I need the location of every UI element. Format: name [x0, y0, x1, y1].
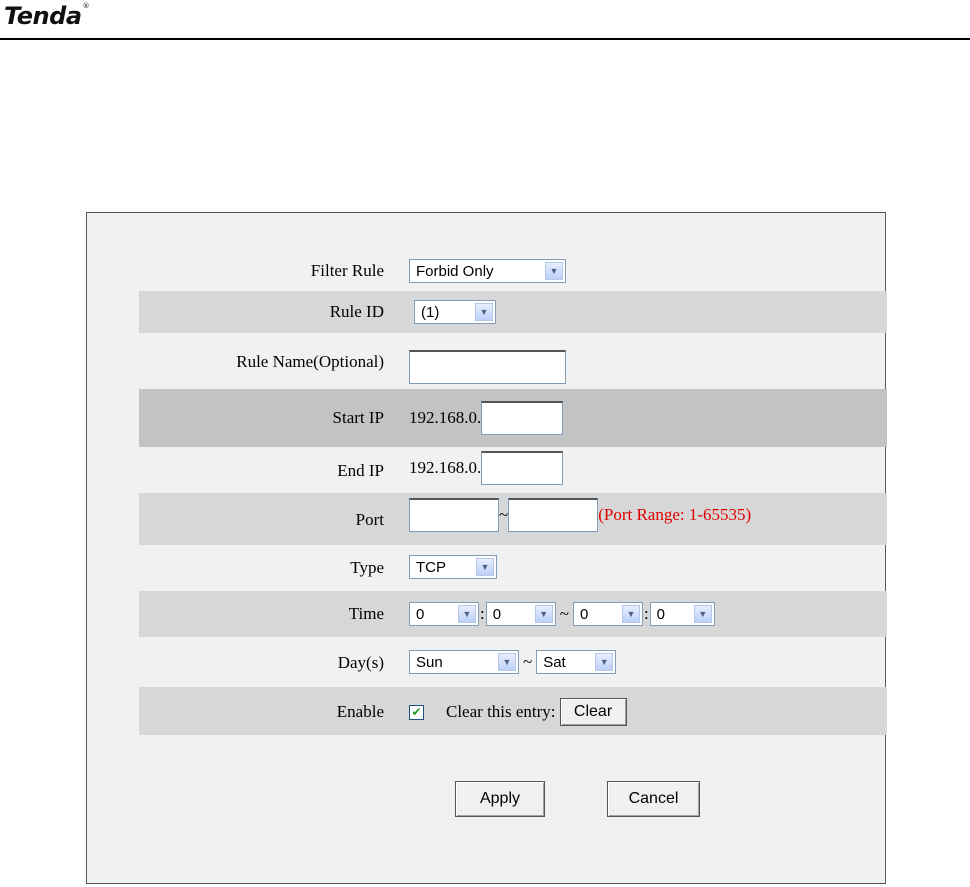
- row-start-ip: Start IP 192.168.0.: [139, 389, 887, 447]
- end-ip-label: End IP: [337, 461, 384, 480]
- day-start-select[interactable]: Sun ▼: [409, 650, 519, 674]
- chevron-down-icon: ▼: [545, 262, 563, 280]
- cancel-button[interactable]: Cancel: [607, 781, 700, 817]
- chevron-down-icon: ▼: [458, 605, 476, 623]
- enable-label: Enable: [336, 702, 384, 721]
- row-enable: Enable ✔ Clear this entry: Clear: [139, 687, 887, 735]
- day-end-value: Sat: [543, 653, 566, 671]
- rule-id-select[interactable]: (1) ▼: [414, 300, 496, 324]
- port-end-input[interactable]: [508, 498, 599, 532]
- row-filter-rule: Filter Rule Forbid Only ▼: [139, 251, 887, 291]
- row-time: Time 0 ▼ : 0 ▼ ~ 0 ▼ : 0 ▼: [139, 591, 887, 637]
- chevron-down-icon: ▼: [621, 605, 640, 623]
- clear-button[interactable]: Clear: [559, 698, 627, 726]
- row-rule-id: Rule ID (1) ▼: [139, 291, 887, 333]
- days-separator: ~: [523, 652, 533, 671]
- enable-checkbox[interactable]: ✔: [409, 704, 424, 720]
- days-label: Day(s): [337, 653, 384, 672]
- end-ip-prefix: 192.168.0.: [409, 458, 482, 477]
- row-type: Type TCP ▼: [139, 545, 887, 591]
- header-divider: [0, 38, 970, 40]
- rule-id-label: Rule ID: [329, 302, 384, 321]
- time-start-hour-value: 0: [416, 605, 425, 623]
- rule-name-label: Rule Name(Optional): [236, 352, 384, 371]
- time-end-min-select[interactable]: 0 ▼: [649, 602, 715, 626]
- start-ip-input[interactable]: [481, 401, 564, 435]
- apply-button[interactable]: Apply: [455, 781, 545, 817]
- type-select[interactable]: TCP ▼: [409, 555, 497, 579]
- filter-rule-select[interactable]: Forbid Only ▼: [409, 259, 566, 283]
- start-ip-label: Start IP: [332, 408, 384, 427]
- chevron-down-icon: ▼: [693, 605, 712, 623]
- rule-name-input[interactable]: [409, 350, 566, 384]
- port-start-input[interactable]: [409, 498, 499, 532]
- check-icon: ✔: [411, 705, 422, 719]
- chevron-down-icon: ▼: [534, 605, 553, 623]
- day-end-select[interactable]: Sat ▼: [536, 650, 617, 674]
- logo-text: Tenda: [4, 2, 82, 30]
- clear-entry-label: Clear this entry:: [446, 702, 556, 721]
- row-end-ip: End IP 192.168.0.: [139, 447, 887, 493]
- end-ip-input[interactable]: [481, 451, 564, 485]
- chevron-down-icon: ▼: [498, 653, 516, 671]
- time-start-min-select[interactable]: 0 ▼: [485, 602, 556, 626]
- chevron-down-icon: ▼: [595, 653, 614, 671]
- port-separator: ~: [499, 505, 509, 524]
- time-start-min-value: 0: [492, 605, 502, 623]
- filter-rule-value: Forbid Only: [416, 262, 494, 280]
- time-end-min-value: 0: [656, 605, 666, 623]
- registered-mark: ®: [82, 2, 90, 10]
- time-end-hour-value: 0: [579, 605, 589, 623]
- chevron-down-icon: ▼: [475, 303, 493, 321]
- type-label: Type: [350, 558, 384, 577]
- time-end-hour-select[interactable]: 0 ▼: [572, 602, 643, 626]
- port-range-hint: (Port Range: 1-65535): [598, 505, 752, 524]
- filter-rule-label: Filter Rule: [310, 261, 384, 280]
- row-port: Port ~ (Port Range: 1-65535): [139, 493, 887, 545]
- time-start-hour-select[interactable]: 0 ▼: [409, 602, 479, 626]
- chevron-down-icon: ▼: [476, 558, 494, 576]
- tenda-logo: Tenda®: [4, 2, 89, 30]
- port-label: Port: [355, 510, 384, 529]
- time-label: Time: [348, 604, 384, 623]
- type-value: TCP: [416, 558, 446, 576]
- day-start-value: Sun: [416, 653, 443, 671]
- row-days: Day(s) Sun ▼ ~ Sat ▼: [139, 637, 887, 687]
- time-colon: :: [480, 604, 485, 623]
- row-rule-name: Rule Name(Optional): [139, 333, 887, 389]
- start-ip-prefix: 192.168.0.: [409, 408, 482, 427]
- rule-id-value: (1): [421, 303, 440, 321]
- ip-filter-panel: Filter Rule Forbid Only ▼ Rule ID (1) ▼ …: [86, 212, 887, 884]
- time-colon: :: [643, 604, 649, 623]
- time-separator: ~: [559, 604, 569, 623]
